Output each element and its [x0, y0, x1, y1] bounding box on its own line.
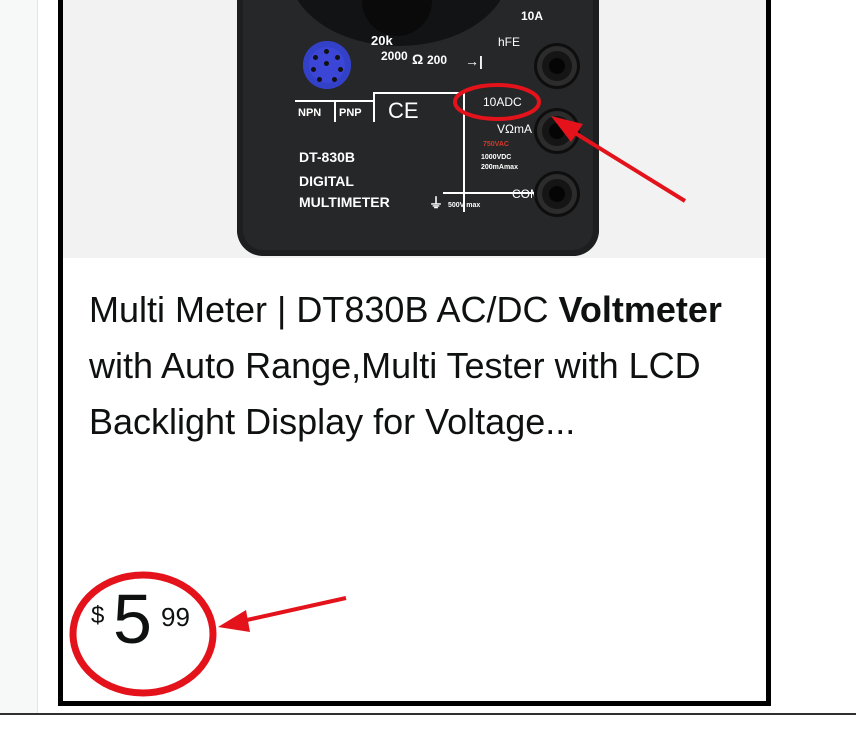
product-card[interactable]: 200k 20k 2000 Ω 200 →| 10A hFE NPN PNP C… [58, 0, 771, 706]
price-fraction: 99 [161, 602, 190, 632]
product-title[interactable]: Multi Meter | DT830B AC/DC Voltmeter wit… [89, 282, 749, 450]
image-annotations [453, 83, 687, 203]
port-highlight-circle [453, 83, 541, 121]
port-highlight-arrowhead [551, 116, 583, 142]
price-currency-symbol: $ [91, 602, 105, 629]
price-whole: 5 [113, 580, 152, 658]
port-highlight-arrow [565, 126, 687, 203]
left-sidebar-gutter [0, 0, 38, 714]
product-image[interactable]: 200k 20k 2000 Ω 200 →| 10A hFE NPN PNP C… [63, 0, 766, 258]
bottom-divider [0, 713, 856, 715]
